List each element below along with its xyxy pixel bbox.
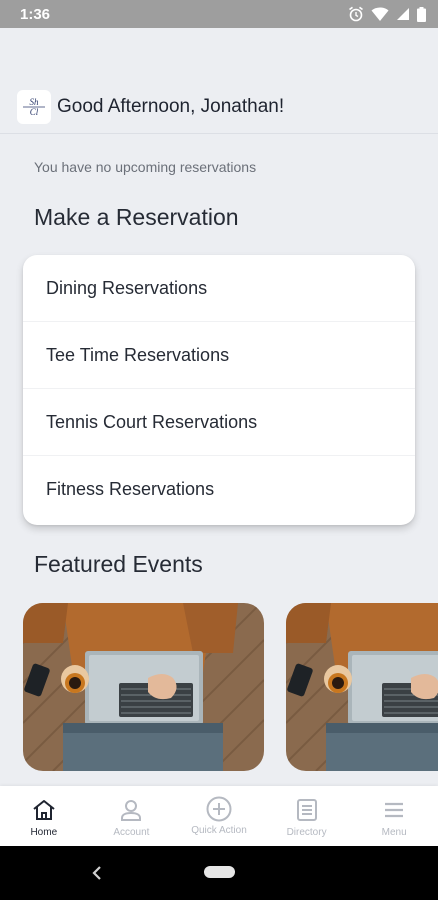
- laptop-coffee-photo: [23, 603, 264, 771]
- back-chevron-icon[interactable]: [90, 865, 104, 881]
- reservation-item-label: Tee Time Reservations: [46, 344, 230, 365]
- reservation-item-label: Tennis Court Reservations: [46, 411, 258, 432]
- status-bar: 1:36: [0, 0, 438, 28]
- nav-home[interactable]: Home: [0, 786, 88, 846]
- tennis-court-reservations-item[interactable]: Tennis Court Reservations: [23, 389, 415, 456]
- nav-account[interactable]: Account: [88, 786, 176, 846]
- account-icon: [121, 800, 142, 821]
- laptop-coffee-photo: [286, 603, 438, 771]
- event-card[interactable]: [286, 603, 438, 771]
- svg-text:Cl: Cl: [30, 107, 39, 117]
- signal-icon: [397, 8, 409, 20]
- nav-label: Quick Action: [191, 825, 247, 836]
- nav-label: Directory: [286, 827, 327, 838]
- home-icon: [33, 800, 55, 820]
- nav-label: Menu: [381, 827, 407, 838]
- reservation-item-label: Dining Reservations: [46, 277, 208, 298]
- featured-events-carousel[interactable]: [23, 603, 438, 771]
- fitness-reservations-item[interactable]: Fitness Reservations: [23, 456, 415, 523]
- reservation-item-label: Fitness Reservations: [46, 479, 215, 499]
- home-pill[interactable]: [204, 866, 235, 878]
- plus-circle-icon: [206, 796, 232, 822]
- wifi-icon: [371, 7, 389, 21]
- reservation-card: Dining Reservations Tee Time Reservation…: [23, 255, 415, 525]
- greeting-text: Good Afternoon, Jonathan!: [57, 95, 285, 117]
- alarm-icon: [349, 6, 363, 22]
- status-icons: [348, 6, 426, 22]
- no-reservations-message: You have no upcoming reservations: [34, 159, 257, 175]
- featured-events-heading: Featured Events: [34, 551, 203, 577]
- nav-menu[interactable]: Menu: [350, 786, 438, 846]
- directory-icon: [296, 799, 317, 821]
- event-card[interactable]: [23, 603, 264, 771]
- system-nav-bar: [0, 846, 438, 900]
- dining-reservations-item[interactable]: Dining Reservations: [23, 255, 415, 322]
- svg-text:Sh: Sh: [30, 97, 40, 107]
- app-header: Sh Cl Good Afternoon, Jonathan!: [0, 80, 438, 134]
- bottom-nav: Home Account Quick Action Directory Menu: [0, 786, 438, 846]
- status-time: 1:36: [20, 5, 51, 23]
- nav-directory[interactable]: Directory: [263, 786, 351, 846]
- nav-label: Home: [30, 827, 58, 838]
- make-reservation-heading: Make a Reservation: [34, 204, 239, 230]
- menu-icon: [385, 802, 404, 818]
- nav-label: Account: [113, 827, 150, 838]
- tee-time-reservations-item[interactable]: Tee Time Reservations: [23, 322, 415, 389]
- battery-icon: [417, 6, 426, 22]
- nav-quick-action[interactable]: Quick Action: [175, 786, 263, 846]
- club-logo: Sh Cl: [17, 89, 51, 124]
